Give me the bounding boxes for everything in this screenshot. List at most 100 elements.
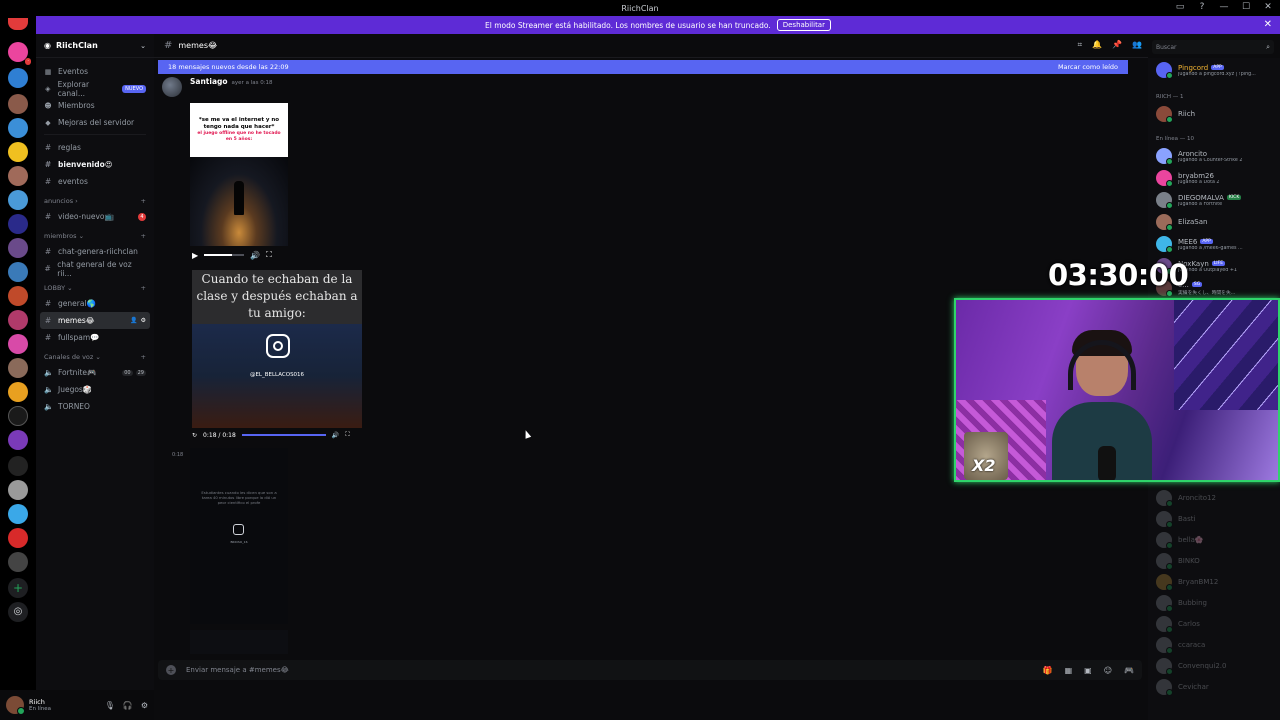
- video-attachment[interactable]: *se me va el internet y no tengo nada qu…: [190, 103, 288, 246]
- channel-item[interactable]: # chat-genera-riichclan: [40, 243, 150, 260]
- volume-icon[interactable]: 🔊: [250, 251, 260, 260]
- minimize-icon[interactable]: —: [1218, 2, 1230, 12]
- server-icon[interactable]: [8, 166, 28, 186]
- message-composer[interactable]: + Enviar mensaje a #memes😂 🎁 ▦ ▣ ☺ 🎮: [158, 660, 1142, 680]
- member-item[interactable]: Aroncito12: [1156, 488, 1280, 508]
- apps-icon[interactable]: 🎮: [1124, 666, 1134, 675]
- member-item[interactable]: Bubbing: [1156, 593, 1280, 613]
- channel-item[interactable]: # general🌎: [40, 295, 150, 312]
- microphone-icon[interactable]: 🎙: [105, 701, 115, 710]
- close-banner-icon[interactable]: ✕: [1264, 19, 1272, 30]
- fullscreen-icon[interactable]: ⛶: [345, 431, 349, 439]
- pin-icon[interactable]: 📌: [1112, 40, 1122, 50]
- server-icon[interactable]: [8, 142, 28, 162]
- message-author[interactable]: Santiago ayer a las 0:18: [190, 77, 273, 86]
- avatar[interactable]: [162, 77, 182, 97]
- server-icon[interactable]: [8, 552, 28, 572]
- inbox-icon[interactable]: ▭: [1174, 2, 1186, 12]
- member-item[interactable]: Carlos: [1156, 614, 1280, 634]
- server-icon[interactable]: [8, 310, 28, 330]
- member-item[interactable]: Aroncito Jugando a Counter-Strike 2: [1156, 146, 1280, 166]
- server-icon[interactable]: [8, 480, 28, 500]
- video-attachment[interactable]: Estudiantes cuando les dicen que son a t…: [190, 448, 288, 624]
- member-item[interactable]: BryanBM12: [1156, 572, 1280, 592]
- add-channel-icon[interactable]: +: [141, 232, 146, 240]
- member-item[interactable]: Cevichar: [1156, 677, 1280, 697]
- add-channel-icon[interactable]: +: [141, 284, 146, 292]
- add-channel-icon[interactable]: +: [141, 353, 146, 361]
- avatar[interactable]: [6, 696, 25, 715]
- server-icon[interactable]: [8, 238, 28, 258]
- channel-item[interactable]: # chat general de voz rii...: [40, 260, 150, 278]
- maximize-icon[interactable]: ☐: [1240, 2, 1252, 12]
- mark-read-button[interactable]: Marcar como leído: [1058, 63, 1118, 71]
- members-toggle-icon[interactable]: 👥: [1132, 40, 1142, 50]
- gift-icon[interactable]: 🎁: [1043, 666, 1053, 675]
- member-item[interactable]: Convenqui2.0: [1156, 656, 1280, 676]
- threads-icon[interactable]: ⌗: [1078, 40, 1083, 50]
- server-icon[interactable]: [8, 214, 28, 234]
- gif-icon[interactable]: ▦: [1065, 666, 1073, 675]
- member-item[interactable]: bryabm26 Jugando a Dota 2: [1156, 168, 1280, 188]
- search-input[interactable]: Buscar ⌕: [1152, 40, 1274, 54]
- replay-icon[interactable]: ↻: [192, 432, 197, 439]
- channel-item[interactable]: # fullspam💬: [40, 329, 150, 346]
- member-item[interactable]: MEE6 APP Jugando a /mee6-games ...: [1156, 234, 1280, 254]
- server-icon[interactable]: [8, 504, 28, 524]
- server-icon[interactable]: [8, 94, 28, 114]
- gear-icon[interactable]: ⚙: [141, 701, 148, 710]
- member-item[interactable]: DIEGOMALVA KICK Jugando a Fortnite: [1156, 190, 1280, 210]
- headphones-icon[interactable]: 🎧: [123, 701, 133, 710]
- new-messages-bar[interactable]: 18 mensajes nuevos desde las 22:09 Marca…: [158, 60, 1128, 74]
- discover-icon[interactable]: ◎: [8, 602, 28, 622]
- nav-item[interactable]: ▦ Eventos: [36, 63, 154, 80]
- volume-slider[interactable]: [204, 254, 245, 256]
- server-icon[interactable]: [8, 118, 28, 138]
- volume-icon[interactable]: 🔊: [332, 432, 339, 439]
- member-item[interactable]: Riich: [1156, 104, 1280, 124]
- progress-bar[interactable]: [241, 434, 326, 436]
- channel-item[interactable]: # bienvenido😍: [40, 156, 150, 173]
- member-item[interactable]: BINKO: [1156, 551, 1280, 571]
- server-icon[interactable]: [8, 456, 28, 476]
- server-icon[interactable]: ·: [8, 42, 31, 65]
- server-icon[interactable]: [8, 68, 28, 88]
- member-item[interactable]: ccaraca: [1156, 635, 1280, 655]
- video-attachment[interactable]: [190, 630, 288, 654]
- channel-item[interactable]: # memes😂 👤 ⚙: [40, 312, 150, 329]
- server-icon[interactable]: [8, 190, 28, 210]
- member-item[interactable]: bella🌸: [1156, 530, 1280, 550]
- server-header[interactable]: ◉ RiichClan ⌄: [36, 34, 154, 58]
- disable-streamer-button[interactable]: Deshabilitar: [776, 19, 831, 31]
- channel-item[interactable]: # video-nuevo📺 4: [40, 208, 150, 225]
- server-icon[interactable]: [8, 334, 28, 354]
- close-icon[interactable]: ✕: [1262, 2, 1274, 12]
- server-icon[interactable]: [8, 358, 28, 378]
- nav-item[interactable]: ☻ Miembros: [36, 97, 154, 114]
- server-icon[interactable]: [8, 286, 28, 306]
- channel-item[interactable]: 🔈 Juegos🎲: [40, 381, 150, 398]
- member-item[interactable]: ElizaSan: [1156, 212, 1280, 232]
- add-server-icon[interactable]: +: [8, 578, 28, 598]
- gear-icon[interactable]: ⚙: [141, 317, 146, 324]
- bell-icon[interactable]: 🔔: [1092, 40, 1102, 50]
- server-icon[interactable]: [8, 430, 28, 450]
- nav-item[interactable]: ◈ Explorar canal... NUEVO: [36, 80, 154, 98]
- member-item[interactable]: Pingcord APP Jugando a pingcord.xyz | !pi…: [1156, 60, 1280, 80]
- channel-item[interactable]: 🔈 TORNEO: [40, 398, 150, 415]
- channel-item[interactable]: # eventos: [40, 173, 150, 190]
- dm-icon[interactable]: [8, 18, 28, 30]
- play-icon[interactable]: ▶: [192, 251, 198, 260]
- video-attachment[interactable]: Cuando te echaban de la clase y después …: [192, 270, 362, 428]
- category-anuncios[interactable]: anuncios › +: [36, 194, 154, 208]
- invite-icon[interactable]: 👤: [130, 317, 137, 324]
- emoji-icon[interactable]: ☺: [1104, 666, 1112, 675]
- channel-item[interactable]: # reglas: [40, 139, 150, 156]
- category-voz[interactable]: Canales de voz ⌄ +: [36, 350, 154, 364]
- member-item[interactable]: Basti: [1156, 509, 1280, 529]
- server-icon[interactable]: [8, 262, 28, 282]
- sticker-icon[interactable]: ▣: [1084, 666, 1092, 675]
- nav-item[interactable]: ◆ Mejoras del servidor: [36, 114, 154, 131]
- category-lobby[interactable]: LOBBY ⌄ +: [36, 281, 154, 295]
- attach-icon[interactable]: +: [166, 665, 176, 675]
